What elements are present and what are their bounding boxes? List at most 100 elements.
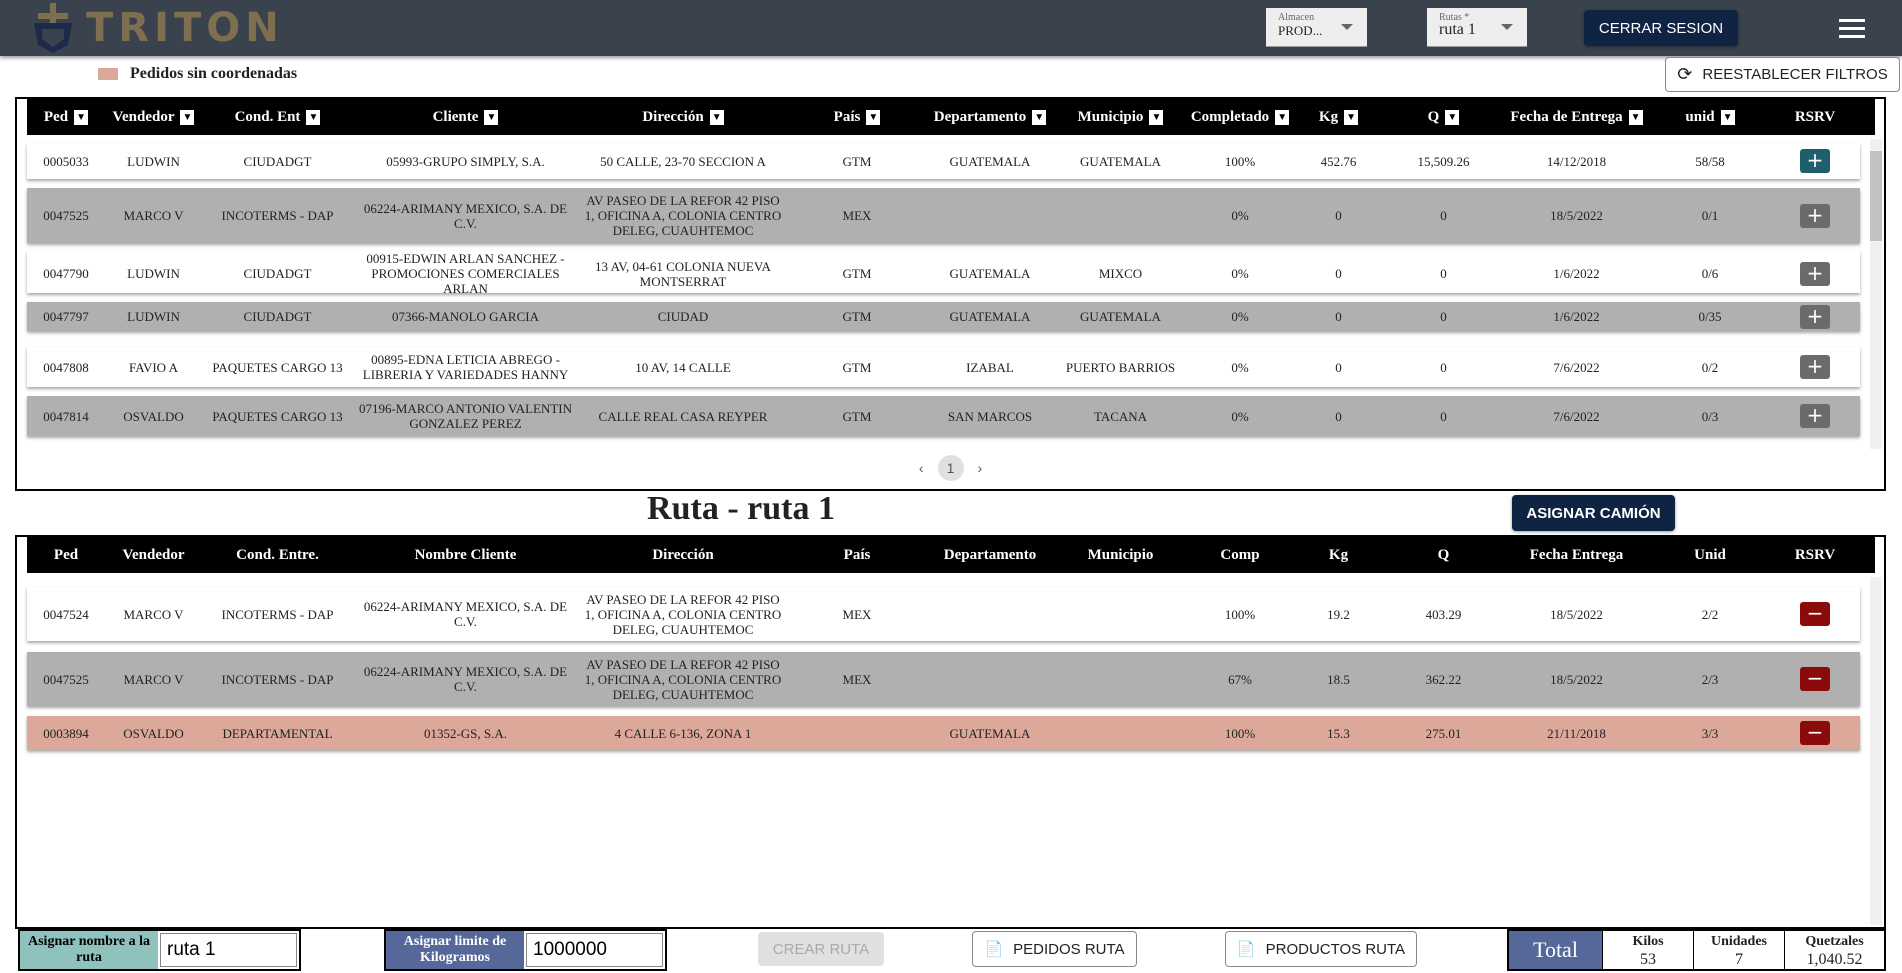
filter-icon[interactable]: ▼ xyxy=(709,109,724,125)
cell: 00895-EDNA LETICIA ABREGO - LIBRERIA Y V… xyxy=(362,352,569,382)
cell: 18/5/2022 xyxy=(1550,671,1603,687)
kg-limit-input[interactable] xyxy=(526,933,663,967)
column-label: Kg xyxy=(1328,546,1349,563)
table-row[interactable]: 0047797 LUDWIN CIUDADGT 07366-MANOLO GARCIA… xyxy=(27,302,1860,331)
almacen-label: Almacen xyxy=(1278,12,1315,23)
cell: 0 xyxy=(1440,208,1447,223)
table-row[interactable]: 0047525 MARCO V INCOTERMS - DAP 06224-ARIMA… xyxy=(27,652,1860,706)
filter-icon[interactable]: ▼ xyxy=(484,109,499,125)
cell: 18/5/2022 xyxy=(1550,208,1603,223)
rsrv-cell: + xyxy=(1770,304,1860,329)
column-label: Unid xyxy=(1694,546,1726,563)
filter-icon[interactable]: ▼ xyxy=(1445,109,1460,125)
page-1[interactable]: 1 xyxy=(937,455,964,481)
cell: LUDWIN xyxy=(127,153,180,169)
remove-from-route-button[interactable]: − xyxy=(1800,602,1830,626)
prev-page-icon[interactable]: ‹ xyxy=(919,460,924,476)
cell: SAN MARCOS xyxy=(947,408,1033,424)
assign-truck-button[interactable]: ASIGNAR CAMIÓN xyxy=(1512,495,1675,531)
top-bar: TRITON Almacen PROD... Rutas * ruta 1 CE… xyxy=(0,0,1902,56)
column-header: unid ▼ xyxy=(1650,109,1770,126)
logout-button[interactable]: CERRAR SESION xyxy=(1584,10,1738,46)
cell: 1/6/2022 xyxy=(1553,266,1600,281)
filter-icon[interactable]: ▼ xyxy=(74,109,89,125)
remove-from-route-button[interactable]: − xyxy=(1800,721,1830,745)
cell: 06224-ARIMANY MEXICO, S.A. DE C.V. xyxy=(363,200,568,231)
cell: 0047814 xyxy=(43,408,89,424)
cell: 0005033 xyxy=(43,153,89,169)
almacen-select[interactable]: Almacen PROD... xyxy=(1266,8,1367,47)
add-to-route-button[interactable]: + xyxy=(1800,355,1830,379)
cell: MARCO V xyxy=(123,606,184,622)
column-label: Nombre Cliente xyxy=(414,546,517,563)
table-row[interactable]: 0047814 OSVALDO PAQUETES CARGO 13 07196-MAR… xyxy=(27,396,1860,436)
rutas-select[interactable]: Rutas * ruta 1 xyxy=(1427,8,1527,47)
column-label: Comp xyxy=(1220,546,1260,563)
add-to-route-button[interactable]: + xyxy=(1800,404,1830,428)
cell: PAQUETES CARGO 13 xyxy=(212,408,343,424)
reset-filters-button[interactable]: ⟳ REESTABLECER FILTROS xyxy=(1665,57,1900,92)
table-row[interactable]: 0047808 FAVIO A PAQUETES CARGO 13 00895-EDN… xyxy=(27,347,1860,387)
column-header: Vendedor ▼ xyxy=(105,109,202,126)
table-row[interactable]: 0005033 LUDWIN CIUDADGT 05993-GRUPO SIMPLY,… xyxy=(27,143,1860,179)
filter-icon[interactable]: ▼ xyxy=(866,109,881,125)
next-page-icon[interactable]: › xyxy=(978,460,983,476)
cell: GUATEMALA xyxy=(1080,309,1161,324)
cell: 00915-EDWIN ARLAN SANCHEZ - PROMOCIONES … xyxy=(366,251,565,296)
route-name-input[interactable] xyxy=(160,933,297,967)
cell: CIUDADGT xyxy=(243,153,312,169)
cell: 4 CALLE 6-136, ZONA 1 xyxy=(614,725,752,741)
filter-icon[interactable]: ▼ xyxy=(306,109,321,125)
table-row[interactable]: 0003894 OSVALDO DEPARTAMENTAL 01352-GS, S.A… xyxy=(27,716,1860,750)
filter-icon[interactable]: ▼ xyxy=(1344,109,1359,125)
route-table: Ped Vendedor Cond. Entre. Nombre Cliente Dir… xyxy=(15,535,1886,929)
cell: GUATEMALA xyxy=(949,309,1031,324)
remove-from-route-button[interactable]: − xyxy=(1800,667,1830,691)
column-header: Ped xyxy=(27,547,105,564)
filter-icon[interactable]: ▼ xyxy=(1032,109,1047,125)
cell: AV PASEO DE LA REFOR 42 PISO 1, OFICINA … xyxy=(584,656,782,702)
table-row[interactable]: 0047790 LUDWIN CIUDADGT 00915-EDWIN ARLAN S… xyxy=(27,251,1860,296)
rsrv-cell: + xyxy=(1770,149,1860,173)
add-to-route-button[interactable]: + xyxy=(1800,304,1830,329)
add-to-route-button[interactable]: + xyxy=(1800,261,1830,286)
route-products-button[interactable]: 📄 PRODUCTOS RUTA xyxy=(1225,931,1417,967)
cell: 0/3 xyxy=(1701,408,1719,424)
cell: 14/12/2018 xyxy=(1546,153,1607,169)
filter-icon[interactable]: ▼ xyxy=(1720,109,1735,125)
cell: GTM xyxy=(842,359,872,375)
column-label: Cond. Entre. xyxy=(236,546,319,563)
cell: 1/6/2022 xyxy=(1553,309,1600,324)
cell: TACANA xyxy=(1093,408,1148,424)
brand-name: TRITON xyxy=(86,5,284,51)
filter-icon[interactable]: ▼ xyxy=(1275,109,1290,125)
add-to-route-button[interactable]: + xyxy=(1800,149,1830,173)
route-orders-button[interactable]: 📄 PEDIDOS RUTA xyxy=(972,931,1137,967)
table-row[interactable]: 0047524 MARCO V INCOTERMS - DAP 06224-ARIMA… xyxy=(27,587,1860,641)
cell: AV PASEO DE LA REFOR 42 PISO 1, OFICINA … xyxy=(584,193,782,238)
scrollbar[interactable] xyxy=(1870,139,1882,449)
cell: 19.2 xyxy=(1327,606,1350,622)
cell: LUDWIN xyxy=(127,266,180,281)
filter-icon[interactable]: ▼ xyxy=(180,109,195,125)
column-header: Completado ▼ xyxy=(1187,109,1293,126)
column-label: Cond. Ent xyxy=(234,108,301,125)
cell: 0 xyxy=(1335,266,1342,281)
add-to-route-button[interactable]: + xyxy=(1800,203,1830,228)
rsrv-cell: + xyxy=(1770,203,1860,228)
create-route-button[interactable]: CREAR RUTA xyxy=(758,932,884,966)
cell: 0003894 xyxy=(43,725,89,741)
filter-icon[interactable]: ▼ xyxy=(1628,109,1643,125)
route-orders-label: PEDIDOS RUTA xyxy=(1013,940,1125,958)
table-row[interactable]: 0047525 MARCO V INCOTERMS - DAP 06224-ARIMA… xyxy=(27,188,1860,243)
column-header: Q xyxy=(1384,547,1503,564)
column-header: Dirección ▼ xyxy=(578,109,788,126)
cell: GUATEMALA xyxy=(949,266,1031,281)
rsrv-cell: − xyxy=(1770,721,1860,745)
menu-icon[interactable] xyxy=(1839,14,1865,43)
column-header: Departamento ▼ xyxy=(926,109,1054,126)
column-header: Unid xyxy=(1650,547,1770,564)
scrollbar[interactable] xyxy=(1870,577,1882,925)
filter-icon[interactable]: ▼ xyxy=(1149,109,1164,125)
cell: 0 xyxy=(1440,408,1447,424)
